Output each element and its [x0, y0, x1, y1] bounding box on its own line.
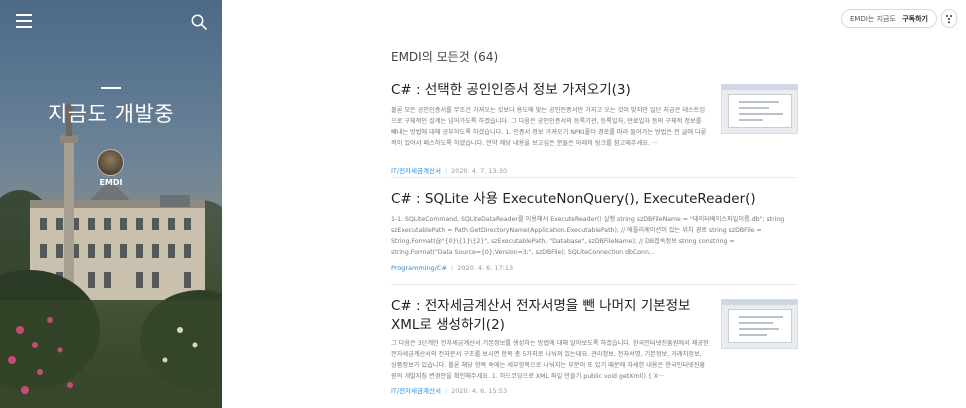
post-excerpt[interactable]: 1-1. SQLiteCommand, SQLiteDataReader를 이용… [391, 214, 798, 258]
post-category-link[interactable]: IT/전자세금계산서 [391, 167, 441, 175]
post-title[interactable]: C# : 선택한 공인인증서 정보 가져오기(3) [391, 81, 709, 100]
post-item: C# : SQLite 사용 ExecuteNonQuery(), Execut… [391, 190, 798, 272]
post-meta: Programming/C# | 2020. 4. 6. 17:13 [391, 264, 514, 272]
subscribe-button[interactable]: EMDI는 지금도 ··· 구독하기 [841, 9, 937, 28]
post-divider [391, 284, 798, 285]
post-meta: IT/전자세금계산서 | 2020. 4. 7. 13:30 [391, 167, 508, 175]
post-date: 2020. 4. 7. 13:30 [451, 167, 508, 175]
post-thumbnail[interactable] [721, 299, 798, 349]
post-title[interactable]: C# : SQLite 사용 ExecuteNonQuery(), Execut… [391, 190, 798, 209]
post-category-link[interactable]: Programming/C# [391, 264, 447, 272]
more-options-button[interactable] [941, 9, 957, 28]
post-category-link[interactable]: IT/전자세금계산서 [391, 387, 441, 395]
subscribe-label: 구독하기 [902, 14, 928, 23]
post-thumbnail[interactable] [721, 84, 798, 134]
post-title[interactable]: C# : 전자세금계산서 전자서명을 뺀 나머지 기본정보 XML로 생성하기(… [391, 297, 713, 335]
post-excerpt[interactable]: 그 다음은 3단계인 전자세금계산서 기본정보를 생성하는 방법에 대해 알아보… [391, 338, 709, 382]
post-meta: IT/전자세금계산서 | 2020. 4. 6. 15:53 [391, 387, 508, 395]
post-divider [391, 177, 798, 178]
title-divider [101, 87, 121, 89]
sidebar-background-image [0, 104, 222, 408]
search-icon[interactable] [190, 13, 208, 31]
post-excerpt[interactable]: 볼론 모든 공인인증서를 무조건 가져오는 것보다 용도에 맞는 공인인증서만 … [391, 105, 709, 159]
post-date: 2020. 4. 6. 17:13 [457, 264, 514, 272]
post-item: C# : 전자세금계산서 전자서명을 뺀 나머지 기본정보 XML로 생성하기(… [391, 297, 798, 395]
hamburger-menu-icon[interactable] [16, 14, 32, 28]
more-dots-icon [946, 14, 952, 23]
page-title: EMDI의 모든것 (64) [391, 50, 499, 64]
blog-title[interactable]: 지금도 개발중 [0, 98, 222, 128]
avatar[interactable] [97, 149, 124, 176]
subscribe-blog-name: EMDI는 지금도 ··· [850, 14, 899, 23]
post-date: 2020. 4. 6. 15:53 [451, 387, 508, 395]
sidebar: 지금도 개발중 EMDI [0, 0, 222, 408]
author-name: EMDI [99, 178, 123, 187]
post-item: C# : 선택한 공인인증서 정보 가져오기(3) 볼론 모든 공인인증서를 무… [391, 81, 798, 175]
